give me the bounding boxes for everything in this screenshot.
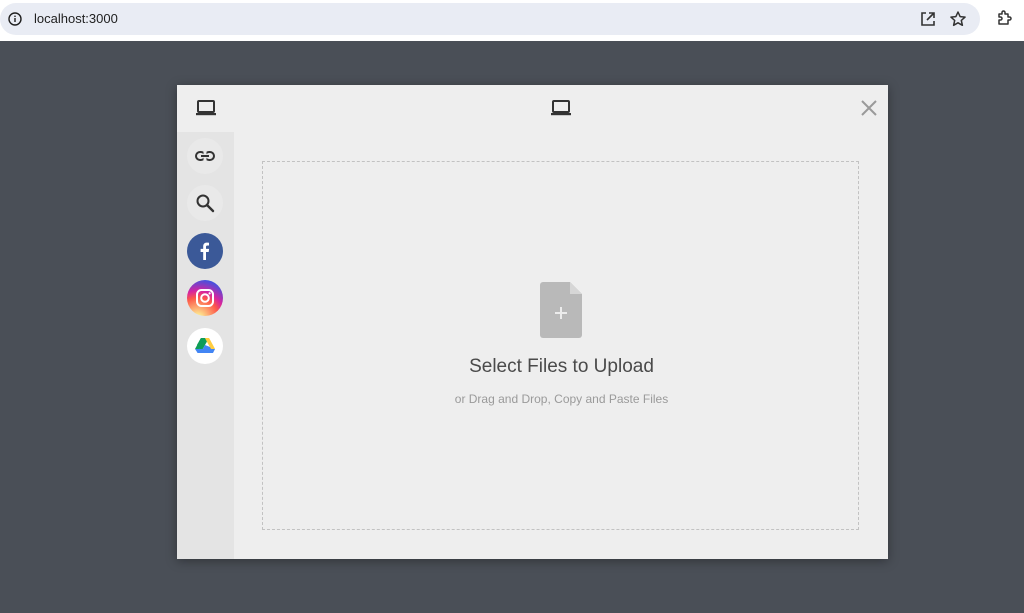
upload-title[interactable]: Select Files to Upload (263, 356, 860, 378)
instagram-icon (196, 289, 214, 307)
info-icon[interactable] (8, 12, 22, 26)
add-file-icon[interactable] (540, 282, 582, 338)
source-sidebar (177, 132, 234, 559)
address-bar[interactable]: localhost:3000 (0, 3, 980, 35)
star-icon[interactable] (949, 10, 967, 28)
laptop-icon (196, 100, 216, 116)
browser-toolbar: localhost:3000 (0, 0, 1024, 41)
link-source-button[interactable] (187, 138, 223, 174)
search-icon (196, 194, 215, 213)
close-icon[interactable] (860, 99, 878, 117)
extensions-icon[interactable] (996, 9, 1014, 27)
drop-zone[interactable]: Select Files to Upload or Drag and Drop,… (262, 161, 859, 530)
open-in-new-icon[interactable] (919, 10, 937, 28)
facebook-icon (200, 242, 210, 260)
google-drive-source-button[interactable] (187, 328, 223, 364)
url-text[interactable]: localhost:3000 (34, 11, 118, 26)
instagram-source-button[interactable] (187, 280, 223, 316)
link-icon (195, 151, 215, 161)
google-drive-icon (195, 338, 215, 353)
facebook-source-button[interactable] (187, 233, 223, 269)
modal-header (177, 85, 888, 132)
upload-modal: Select Files to Upload or Drag and Drop,… (177, 85, 888, 559)
laptop-icon (551, 100, 571, 116)
search-source-button[interactable] (187, 185, 223, 221)
upload-subtitle: or Drag and Drop, Copy and Paste Files (454, 392, 669, 406)
